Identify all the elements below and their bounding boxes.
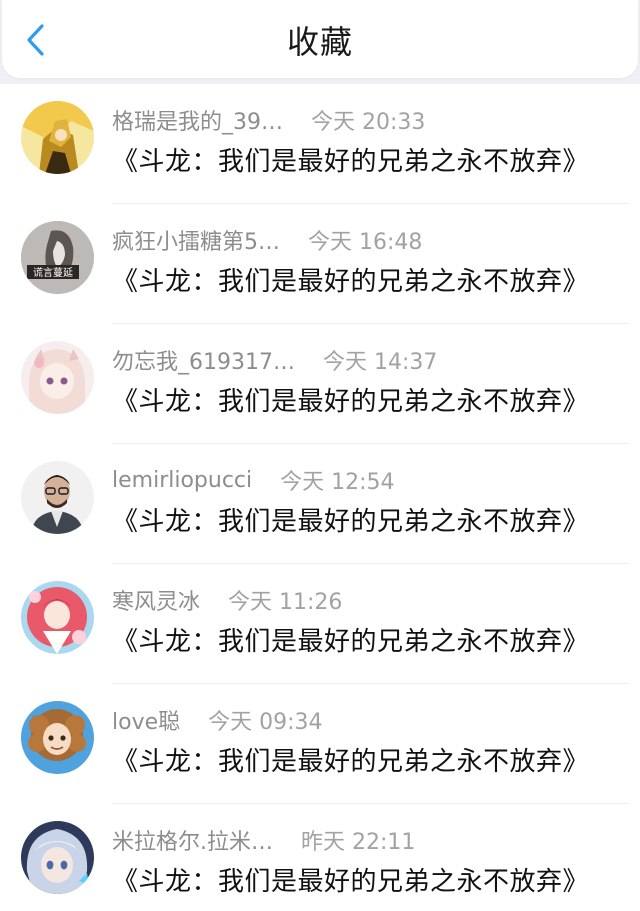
list-item[interactable]: 寒风灵冰 今天 11:26 《斗龙：我们是最好的兄弟之永不放弃》 [0, 564, 640, 684]
avatar-man-glasses [21, 461, 94, 534]
username[interactable]: 米拉格尔.拉米… [112, 824, 273, 856]
avatar[interactable] [21, 821, 94, 894]
item-meta: lemirliopucci 今天 12:54 [112, 465, 395, 496]
avatar-gray-figure: 谎言蔓延 [21, 221, 94, 294]
favorites-page: 收藏 格瑞是我的_39… 今天 20:33 《斗龙：我们是最好的兄弟之永不放弃》 [0, 0, 640, 911]
header-bar: 收藏 [2, 0, 638, 78]
item-meta: 疯狂小擂糖第5… 今天 16:48 [112, 225, 422, 255]
username[interactable]: 格瑞是我的_39… [112, 104, 283, 136]
timestamp: 昨天 22:11 [301, 830, 416, 855]
favorite-title[interactable]: 《斗龙：我们是最好的兄弟之永不放弃》 [112, 621, 589, 658]
username[interactable]: lemirliopucci [112, 468, 252, 493]
avatar-curly-hair-cartoon [21, 701, 94, 774]
list-item[interactable]: 格瑞是我的_39… 今天 20:33 《斗龙：我们是最好的兄弟之永不放弃》 [0, 84, 640, 204]
avatar[interactable] [21, 701, 94, 774]
item-meta: 格瑞是我的_39… 今天 20:33 [112, 105, 425, 135]
avatar-red-anime-girl [21, 581, 94, 654]
avatar-pink-anime-girl [21, 341, 94, 414]
avatar[interactable] [21, 461, 94, 534]
favorite-title[interactable]: 《斗龙：我们是最好的兄弟之永不放弃》 [112, 141, 589, 178]
favorite-title[interactable]: 《斗龙：我们是最好的兄弟之永不放弃》 [112, 861, 589, 898]
timestamp: 今天 20:33 [311, 110, 426, 135]
favorite-title[interactable]: 《斗龙：我们是最好的兄弟之永不放弃》 [112, 381, 589, 418]
timestamp: 今天 11:26 [228, 590, 343, 615]
timestamp: 今天 12:54 [280, 470, 395, 495]
list-item[interactable]: 谎言蔓延 疯狂小擂糖第5… 今天 16:48 《斗龙：我们是最好的兄弟之永不放弃… [0, 204, 640, 324]
list-item[interactable]: love聪 今天 09:34 《斗龙：我们是最好的兄弟之永不放弃》 [0, 684, 640, 804]
username[interactable]: 寒风灵冰 [112, 584, 200, 616]
page-title: 收藏 [286, 23, 353, 61]
username[interactable]: 疯狂小擂糖第5… [112, 224, 280, 256]
timestamp: 今天 14:37 [322, 350, 438, 375]
favorite-title[interactable]: 《斗龙：我们是最好的兄弟之永不放弃》 [112, 501, 589, 538]
list-item[interactable]: 勿忘我_619317… 今天 14:37 《斗龙：我们是最好的兄弟之永不放弃》 [0, 324, 640, 444]
item-meta: 勿忘我_619317… 今天 14:37 [112, 345, 437, 375]
avatar-silver-hair-cartoon [21, 821, 94, 894]
item-meta: love聪 今天 09:34 [112, 705, 323, 735]
username[interactable]: love聪 [112, 704, 180, 736]
timestamp: 今天 16:48 [308, 230, 423, 255]
favorite-title[interactable]: 《斗龙：我们是最好的兄弟之永不放弃》 [112, 261, 589, 298]
item-meta: 寒风灵冰 今天 11:26 [112, 585, 342, 615]
avatar-caption: 谎言蔓延 [33, 266, 73, 279]
favorites-list: 格瑞是我的_39… 今天 20:33 《斗龙：我们是最好的兄弟之永不放弃》 谎言… [0, 84, 640, 911]
avatar[interactable] [21, 341, 94, 414]
list-item[interactable]: lemirliopucci 今天 12:54 《斗龙：我们是最好的兄弟之永不放弃… [0, 444, 640, 564]
favorite-title[interactable]: 《斗龙：我们是最好的兄弟之永不放弃》 [112, 741, 589, 778]
avatar[interactable] [21, 101, 94, 174]
avatar[interactable] [21, 581, 94, 654]
username[interactable]: 勿忘我_619317… [112, 344, 295, 376]
avatar[interactable]: 谎言蔓延 [21, 221, 94, 294]
list-item[interactable]: 米拉格尔.拉米… 昨天 22:11 《斗龙：我们是最好的兄弟之永不放弃》 [0, 804, 640, 911]
timestamp: 今天 09:34 [208, 710, 323, 735]
item-meta: 米拉格尔.拉米… 昨天 22:11 [112, 825, 415, 855]
avatar-blonde-figure [21, 101, 94, 174]
